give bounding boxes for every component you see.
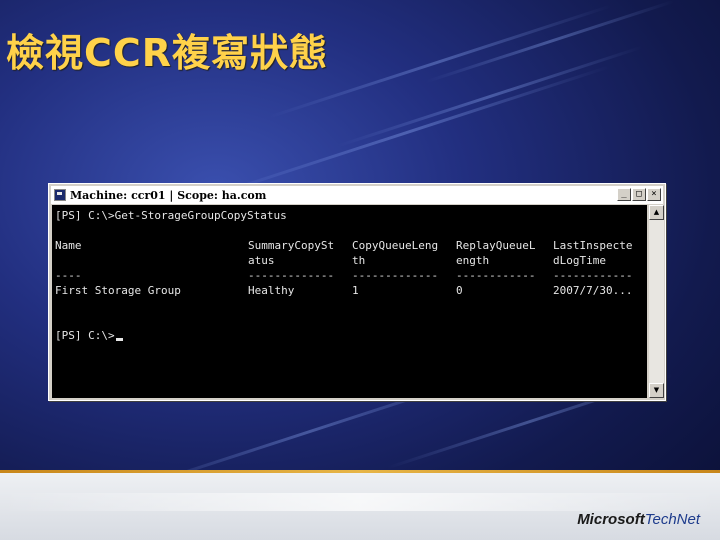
microsoft-technet-logo: MicrosoftTechNet [577,511,700,528]
window-titlebar[interactable]: Machine: ccr01 | Scope: ha.com _ □ × [51,186,663,204]
scroll-up-button[interactable]: ▲ [649,205,664,220]
close-button[interactable]: × [647,188,661,201]
separator-copy-queue-length: ------------- [352,269,439,282]
arrow-up-icon: ▲ [653,208,660,216]
maximize-button[interactable]: □ [632,188,646,201]
text-cursor [115,338,123,341]
separator-last-inspected: ------------ [553,269,633,282]
header-name: Name [55,239,82,252]
row-copy-queue-length: 1 [352,284,359,297]
separator-replay-queue-length: ------------ [456,269,536,282]
header-copy-queue-length-cont: th [352,254,366,267]
footer-highlight [0,493,720,511]
logo-technet: TechNet [644,511,700,528]
scroll-down-button[interactable]: ▼ [649,383,664,398]
separator-name: ---- [55,269,82,282]
window-controls: _ □ × [617,188,661,201]
minimize-icon: _ [621,189,627,199]
console-output[interactable]: [PS] C:\>Get-StorageGroupCopyStatus Name… [52,205,647,398]
logo-microsoft: Microsoft [577,511,645,528]
header-summary-status-cont: atus [248,254,275,267]
command-line: [PS] C:\>Get-StorageGroupCopyStatus [55,209,287,222]
powershell-icon [54,189,66,201]
header-replay-queue-length: ReplayQueueL [456,239,536,252]
separator-summary-status: ------------- [248,269,335,282]
row-summary-status: Healthy [248,284,295,297]
slide-footer: MicrosoftTechNet [0,473,720,540]
header-last-inspected-cont: dLogTime [553,254,606,267]
header-summary-status: SummaryCopySt [248,239,335,252]
close-icon: × [651,189,657,199]
maximize-icon: □ [636,189,642,199]
header-copy-queue-length: CopyQueueLeng [352,239,439,252]
slide-title: 檢視CCR複寫狀態 [6,31,329,75]
console-window[interactable]: Machine: ccr01 | Scope: ha.com _ □ × [PS… [48,183,666,401]
prompt-line[interactable]: [PS] C:\> [55,329,123,343]
minimize-button[interactable]: _ [617,188,631,201]
row-replay-queue-length: 0 [456,284,463,297]
row-last-inspected: 2007/7/30... [553,284,633,297]
row-name: First Storage Group [55,284,181,297]
vertical-scrollbar[interactable]: ▲ ▼ [649,205,664,398]
arrow-down-icon: ▼ [653,386,660,394]
header-replay-queue-length-cont: ength [456,254,490,267]
window-title: Machine: ccr01 | Scope: ha.com [70,188,267,202]
prompt-text: [PS] C:\> [55,329,115,342]
header-last-inspected: LastInspecte [553,239,633,252]
